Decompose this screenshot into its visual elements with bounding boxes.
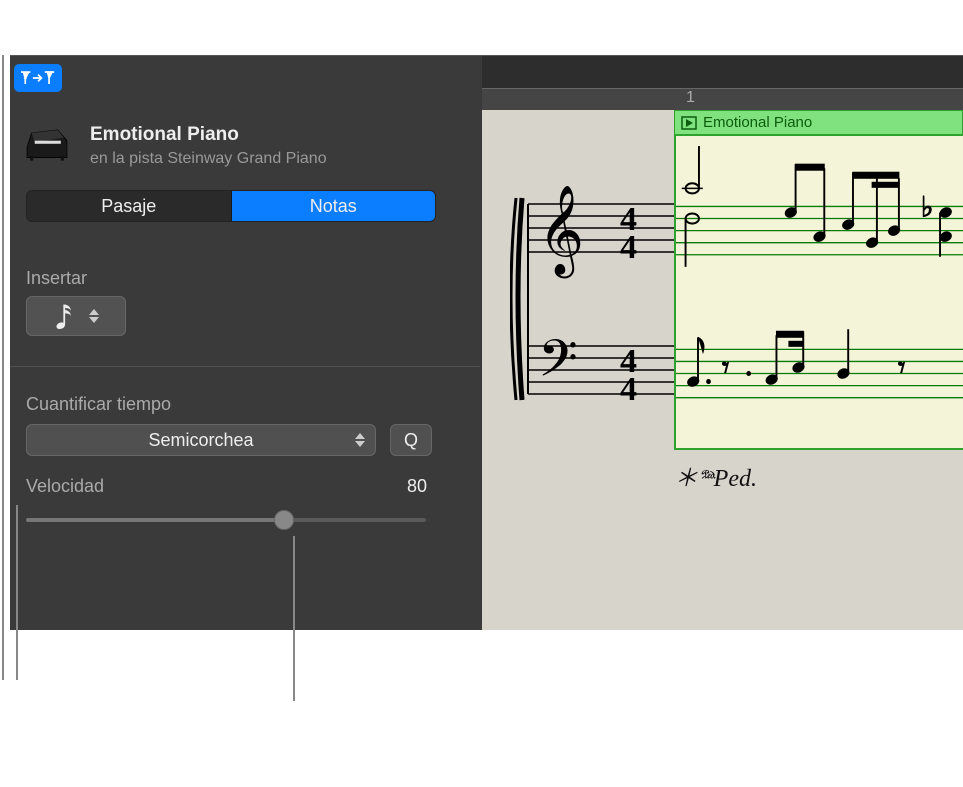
stepper-arrows-icon [89,309,99,323]
tab-notes[interactable]: Notas [232,191,436,221]
track-instrument-icon [24,124,70,162]
inspector-mode-segmented: Pasaje Notas [26,190,436,222]
svg-text:𝄾: 𝄾 [898,352,906,385]
slider-fill [26,518,278,522]
quantize-value-text: Semicorchea [148,430,253,451]
svg-text:4: 4 [620,229,637,266]
svg-text:4: 4 [620,371,637,408]
callout-line [2,55,4,680]
bar-number: 1 [686,89,695,107]
region-strip-name: Emotional Piano [703,114,812,131]
catch-filter-icon [21,68,55,88]
svg-text:𝄞: 𝄞 [538,186,584,279]
sixteenth-note-icon [53,301,79,331]
score-view: 1 Emotional Piano [482,56,963,630]
loop-icon [681,116,697,130]
region-header-strip[interactable]: Emotional Piano [674,110,963,134]
callout-line [293,536,295,701]
pedal-marking: ＊𝆮Ped. [674,458,757,493]
midi-region[interactable]: ♭ 𝄾 [674,134,963,450]
insert-label: Insertar [26,268,87,289]
grand-staff-clefs: 𝄞 𝄢 4 4 4 4 [510,174,690,419]
region-title: Emotional Piano [90,124,239,146]
velocity-slider-thumb[interactable] [274,510,294,530]
quantize-label: Cuantificar tiempo [26,394,171,415]
inspector-panel: Emotional Piano en la pista Steinway Gra… [10,55,963,630]
svg-text:𝄢: 𝄢 [538,332,578,400]
divider [10,366,480,367]
catch-filter-button[interactable] [14,64,62,92]
tab-passage[interactable]: Pasaje [27,191,231,221]
velocity-slider[interactable] [26,518,426,522]
velocity-value: 80 [407,476,427,497]
svg-text:𝄾: 𝄾 [722,352,730,385]
callout-line [16,505,18,680]
insert-note-value-popup[interactable] [26,296,126,336]
velocity-label: Velocidad [26,476,104,497]
quantize-value-popup[interactable]: Semicorchea [26,424,376,456]
stepper-arrows-icon [355,433,365,447]
region-subtitle: en la pista Steinway Grand Piano [90,150,327,168]
quantize-apply-button[interactable]: Q [390,424,432,456]
svg-text:♭: ♭ [921,192,934,223]
bar-ruler[interactable]: 1 [482,56,963,110]
